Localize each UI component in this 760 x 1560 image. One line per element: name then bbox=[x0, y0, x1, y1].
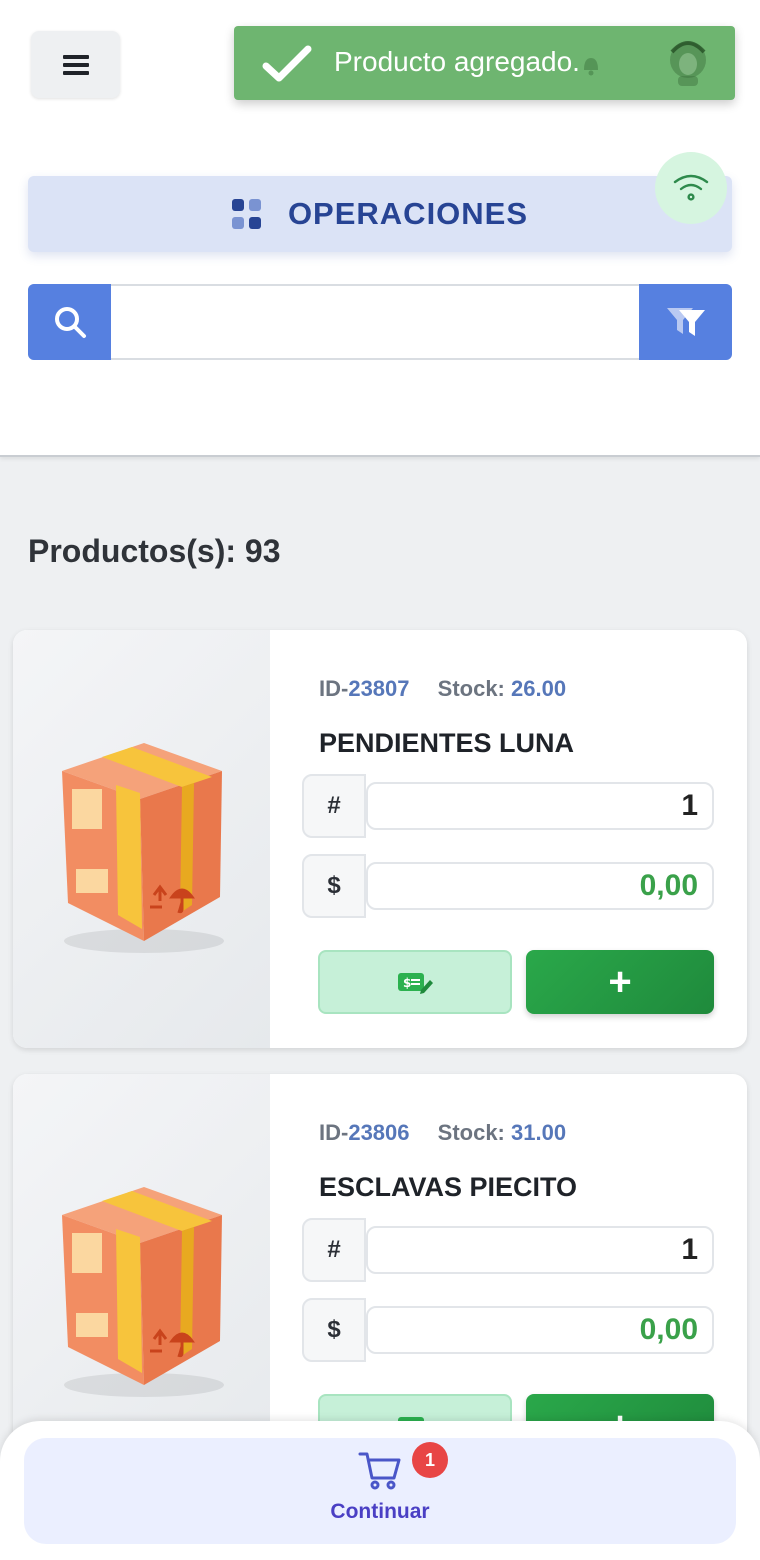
price-prefix: $ bbox=[302, 854, 366, 918]
search-bar bbox=[28, 284, 732, 360]
edit-price-button[interactable]: $ bbox=[318, 950, 512, 1014]
price-field: $ 0,00 bbox=[302, 854, 714, 918]
operations-header[interactable]: OPERACIONES bbox=[28, 176, 732, 252]
shopping-cart-icon bbox=[358, 1452, 401, 1490]
product-name: PENDIENTES LUNA bbox=[319, 728, 575, 758]
product-name: ESCLAVAS PIECITO bbox=[319, 1172, 578, 1202]
price-input[interactable]: 0,00 bbox=[366, 1306, 714, 1354]
filter-button[interactable] bbox=[639, 284, 732, 360]
product-meta: ID-23807 Stock: 26.00 bbox=[319, 676, 566, 702]
product-card: ID-23807 Stock: 26.00 PENDIENTES LUNA # … bbox=[13, 630, 747, 1048]
toast-notification: Producto agregado. bbox=[234, 26, 735, 100]
products-count: Productos(s): 93 bbox=[28, 533, 281, 569]
search-button[interactable] bbox=[28, 284, 111, 360]
filter-icon bbox=[666, 308, 705, 336]
quantity-field: # 1 bbox=[302, 1218, 714, 1282]
search-input[interactable] bbox=[112, 286, 640, 358]
cart-count-badge: 1 bbox=[412, 1442, 448, 1478]
product-image bbox=[13, 630, 270, 1048]
operations-title: OPERACIONES bbox=[287, 196, 529, 231]
product-id: 23806 bbox=[348, 1120, 410, 1145]
bell-icon[interactable] bbox=[576, 50, 606, 80]
quantity-input[interactable]: 1 bbox=[366, 782, 714, 830]
hamburger-icon bbox=[62, 54, 89, 75]
wifi-status-icon bbox=[655, 152, 727, 224]
quantity-prefix: # bbox=[302, 774, 366, 838]
stock-label: Stock: bbox=[437, 676, 511, 701]
quantity-input[interactable]: 1 bbox=[366, 1226, 714, 1274]
continue-label: Continuar bbox=[330, 1500, 430, 1523]
product-id-prefix: ID- bbox=[319, 1120, 349, 1145]
grid-icon bbox=[231, 199, 262, 229]
product-id: 23807 bbox=[348, 676, 410, 701]
product-stock: 31.00 bbox=[511, 1120, 567, 1145]
continue-button[interactable]: 1 Continuar bbox=[24, 1438, 736, 1544]
product-id-prefix: ID- bbox=[319, 676, 349, 701]
money-edit-icon: $ bbox=[398, 973, 433, 994]
svg-text:$: $ bbox=[403, 976, 411, 990]
product-meta: ID-23806 Stock: 31.00 bbox=[319, 1120, 566, 1146]
quantity-prefix: # bbox=[302, 1218, 366, 1282]
add-to-cart-button[interactable]: + bbox=[526, 950, 714, 1014]
box-icon bbox=[61, 1187, 224, 1397]
menu-button[interactable] bbox=[31, 31, 120, 98]
check-icon bbox=[262, 45, 312, 82]
bottom-bar: 1 Continuar bbox=[0, 1421, 760, 1560]
avatar[interactable] bbox=[664, 38, 712, 88]
search-icon bbox=[54, 307, 86, 338]
price-field: $ 0,00 bbox=[302, 1298, 714, 1362]
box-icon bbox=[61, 743, 224, 953]
price-input[interactable]: 0,00 bbox=[366, 862, 714, 910]
product-stock: 26.00 bbox=[511, 676, 567, 701]
toast-message: Producto agregado. bbox=[334, 46, 580, 77]
price-prefix: $ bbox=[302, 1298, 366, 1362]
stock-label: Stock: bbox=[437, 1120, 511, 1145]
quantity-field: # 1 bbox=[302, 774, 714, 838]
